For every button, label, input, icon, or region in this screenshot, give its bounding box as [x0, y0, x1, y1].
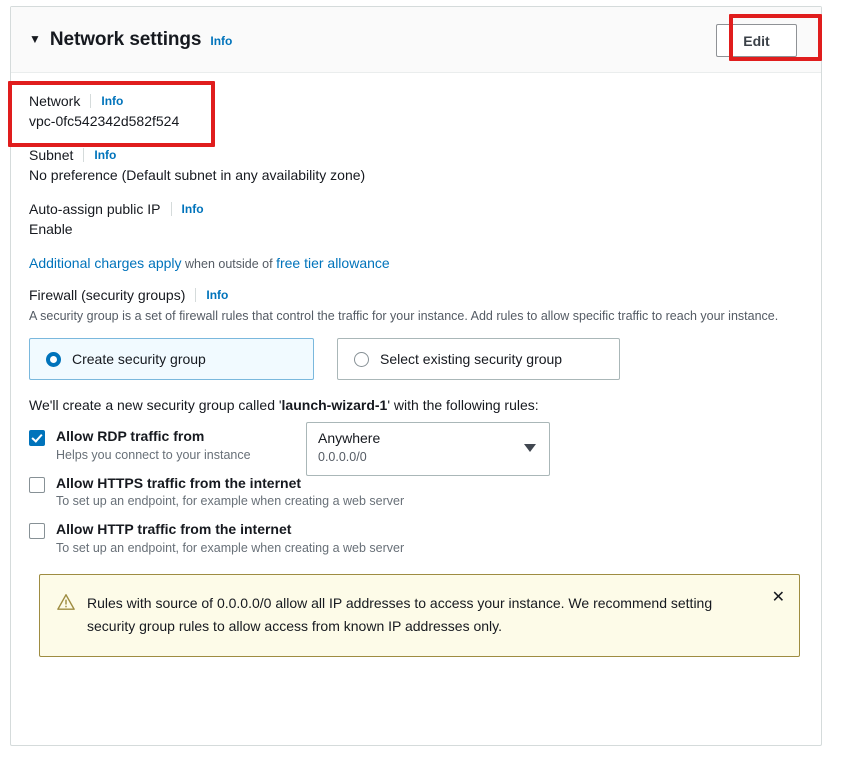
sg-note-suffix: ' with the following rules:: [387, 397, 539, 414]
rdp-source-select[interactable]: Anywhere 0.0.0.0/0: [306, 422, 550, 477]
rule-text: Allow HTTP traffic from the internet To …: [56, 521, 404, 555]
rule-subtitle: Helps you connect to your instance: [56, 447, 251, 462]
network-settings-panel: ▼ Network settings Info Edit Network Inf…: [10, 6, 822, 746]
chevron-down-icon: [524, 444, 536, 453]
panel-info-link[interactable]: Info: [210, 34, 232, 48]
auto-assign-ip-value: Enable: [29, 221, 73, 237]
subnet-label-row: Subnet Info: [29, 147, 803, 163]
edit-button[interactable]: Edit: [716, 24, 797, 57]
divider: [90, 94, 92, 108]
firewall-label-row: Firewall (security groups) Info: [29, 287, 803, 303]
radio-create-security-group-label: Create security group: [72, 351, 206, 368]
rdp-source-value: Anywhere: [318, 430, 381, 447]
page-title: Network settings: [49, 28, 202, 50]
radio-select-existing-security-group[interactable]: Select existing security group: [337, 338, 620, 381]
network-label: Network: [29, 93, 81, 109]
close-icon[interactable]: ✕: [772, 589, 785, 606]
screenshot-root: ▼ Network settings Info Edit Network Inf…: [0, 0, 850, 757]
network-info-link[interactable]: Info: [101, 94, 123, 108]
checkbox-allow-rdp[interactable]: [29, 430, 45, 447]
security-group-name-note: We'll create a new security group called…: [29, 397, 803, 413]
panel-header: ▼ Network settings Info Edit: [11, 7, 821, 73]
auto-assign-ip-label-row: Auto-assign public IP Info: [29, 201, 803, 217]
security-warning-alert: Rules with source of 0.0.0.0/0 allow all…: [39, 573, 800, 657]
subnet-field: Subnet Info No preference (Default subne…: [29, 147, 803, 183]
additional-charges-note: Additional charges apply when outside of…: [29, 255, 803, 271]
rule-text: Allow HTTPS traffic from the internet To…: [56, 475, 404, 509]
rule-row: Allow HTTP traffic from the internet To …: [29, 521, 803, 555]
panel-header-left: ▼ Network settings Info: [29, 29, 232, 51]
divider: [170, 202, 172, 216]
subnet-value: No preference (Default subnet in any ava…: [29, 167, 366, 183]
divider: [83, 148, 85, 162]
rule-title: Allow RDP traffic from: [56, 428, 205, 445]
radio-selected-icon: [46, 351, 61, 367]
radio-unselected-icon: [354, 351, 369, 367]
warning-triangle-icon: [57, 593, 75, 610]
rule-text: Allow RDP traffic from Helps you connect…: [56, 428, 251, 462]
rule-subtitle: To set up an endpoint, for example when …: [56, 494, 405, 509]
alert-message: Rules with source of 0.0.0.0/0 allow all…: [87, 594, 713, 634]
charges-middle-text: when outside of: [181, 257, 277, 271]
sg-name: launch-wizard-1: [281, 397, 388, 414]
collapse-caret-icon[interactable]: ▼: [29, 33, 41, 45]
panel-body: Network Info vpc-0fc542342d582f524 Subne…: [11, 73, 821, 657]
firewall-info-link[interactable]: Info: [206, 288, 228, 302]
firewall-description: A security group is a set of firewall ru…: [29, 309, 779, 323]
rdp-source-cidr: 0.0.0.0/0: [318, 449, 367, 464]
firewall-section: Firewall (security groups) Info A securi…: [29, 287, 803, 657]
sg-note-prefix: We'll create a new security group called…: [29, 397, 282, 414]
firewall-label: Firewall (security groups): [29, 287, 186, 303]
rule-title: Allow HTTP traffic from the internet: [56, 521, 292, 538]
checkbox-allow-https[interactable]: [29, 476, 45, 493]
network-value: vpc-0fc542342d582f524: [29, 113, 180, 129]
auto-assign-ip-info-link[interactable]: Info: [182, 202, 204, 216]
radio-select-existing-security-group-label: Select existing security group: [380, 351, 563, 368]
auto-assign-ip-field: Auto-assign public IP Info Enable: [29, 201, 803, 237]
rule-row: Allow HTTPS traffic from the internet To…: [29, 475, 803, 509]
auto-assign-ip-label: Auto-assign public IP: [29, 201, 161, 217]
radio-create-security-group[interactable]: Create security group: [29, 338, 314, 381]
checkbox-allow-http[interactable]: [29, 523, 45, 540]
security-group-mode-radio-group: Create security group Select existing se…: [29, 338, 803, 381]
subnet-label: Subnet: [29, 147, 74, 163]
rule-row: Allow RDP traffic from Helps you connect…: [29, 422, 803, 477]
divider: [195, 288, 197, 302]
rule-subtitle: To set up an endpoint, for example when …: [56, 540, 405, 555]
subnet-info-link[interactable]: Info: [94, 148, 116, 162]
free-tier-allowance-link[interactable]: free tier allowance: [276, 255, 390, 271]
rule-title: Allow HTTPS traffic from the internet: [56, 474, 302, 491]
additional-charges-link[interactable]: Additional charges apply: [29, 255, 182, 271]
network-field: Network Info vpc-0fc542342d582f524: [29, 93, 803, 129]
network-label-row: Network Info: [29, 93, 803, 109]
